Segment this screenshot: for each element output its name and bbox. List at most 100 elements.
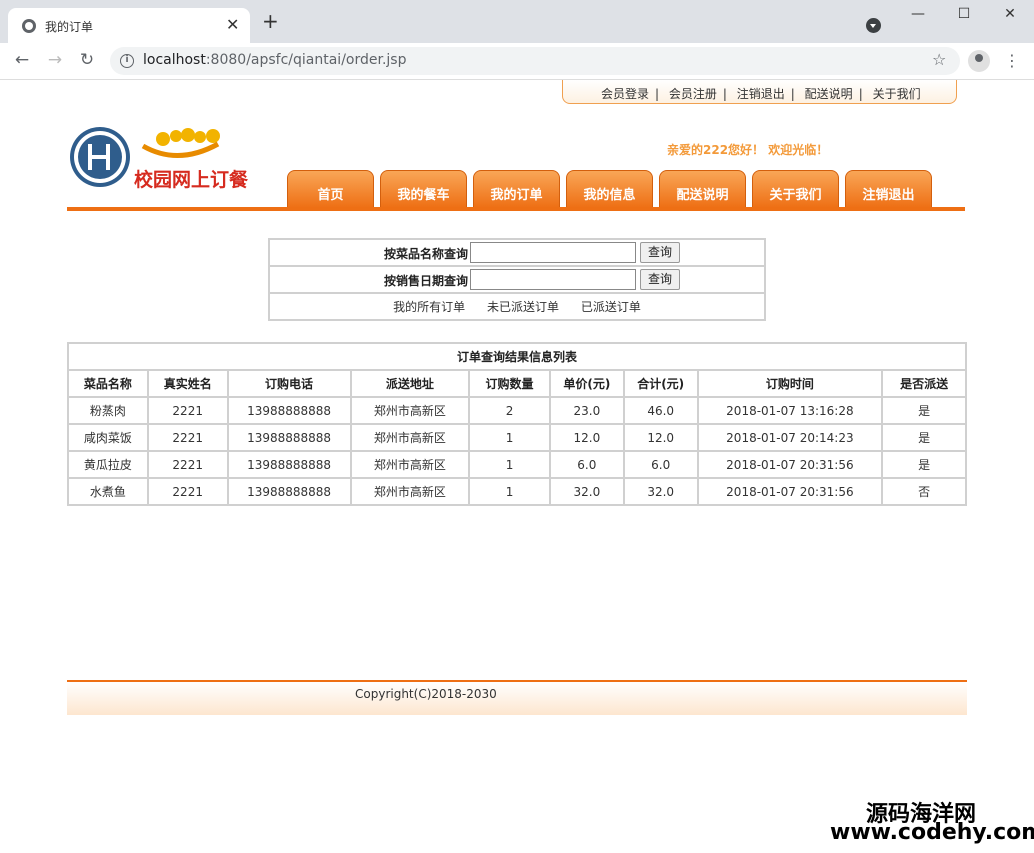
column-header: 订购时间 xyxy=(696,369,884,398)
cell: 32.0 xyxy=(622,477,699,506)
link-login[interactable]: 会员登录 xyxy=(601,87,649,101)
cell: 23.0 xyxy=(548,396,625,425)
column-header: 订购数量 xyxy=(468,369,551,398)
search-name-button[interactable]: 查询 xyxy=(640,242,680,263)
cell: 6.0 xyxy=(622,450,699,479)
cell: 13988888888 xyxy=(226,477,352,506)
table-caption: 订单查询结果信息列表 xyxy=(67,342,967,371)
cell: 46.0 xyxy=(622,396,699,425)
star-icon[interactable]: ☆ xyxy=(932,50,946,69)
logo-text: 校园网上订餐 xyxy=(134,168,249,191)
column-header: 合计(元) xyxy=(622,369,699,398)
tab-search-icon[interactable] xyxy=(866,18,881,33)
filter-undelivered[interactable]: 未已派送订单 xyxy=(487,300,559,314)
cell: 12.0 xyxy=(622,423,699,452)
column-header: 菜品名称 xyxy=(67,369,149,398)
search-by-date-label: 按销售日期查询 xyxy=(384,274,469,288)
link-register[interactable]: 会员注册 xyxy=(669,87,717,101)
window-close-icon[interactable]: ✕ xyxy=(1000,6,1020,22)
reload-icon[interactable]: ↻ xyxy=(77,50,97,70)
tab-title: 我的订单 xyxy=(45,20,94,34)
cell: 2221 xyxy=(146,450,229,479)
search-date-button[interactable]: 查询 xyxy=(640,269,680,290)
cell: 郑州市高新区 xyxy=(349,396,471,425)
search-by-date-row: 按销售日期查询 查询 xyxy=(270,267,764,294)
cell: 2221 xyxy=(146,396,229,425)
link-about[interactable]: 关于我们 xyxy=(873,87,921,101)
search-panel: 按菜品名称查询 查询 按销售日期查询 查询 我的所有订单 未已派送订单 已派送订… xyxy=(268,238,766,321)
plus-icon[interactable]: + xyxy=(262,11,279,31)
url-text: localhost:8080/apsfc/qiantai/order.jsp xyxy=(143,52,407,68)
cell: 2018-01-07 20:14:23 xyxy=(696,423,884,452)
cell: 水煮鱼 xyxy=(67,477,149,506)
link-logout[interactable]: 注销退出 xyxy=(737,87,785,101)
nav-delivery[interactable]: 配送说明 xyxy=(659,170,746,208)
cell: 咸肉菜饭 xyxy=(67,423,149,452)
cell: 2018-01-07 20:31:56 xyxy=(696,477,884,506)
cell: 32.0 xyxy=(548,477,625,506)
search-name-input[interactable] xyxy=(470,242,636,263)
nav-about[interactable]: 关于我们 xyxy=(752,170,839,208)
cell: 2018-01-07 13:16:28 xyxy=(696,396,884,425)
back-icon[interactable]: ← xyxy=(12,50,32,70)
corner-watermark-url: www.codehy.com xyxy=(830,820,1034,845)
cell: 2221 xyxy=(146,477,229,506)
nav-orders[interactable]: 我的订单 xyxy=(473,170,560,208)
search-by-name-row: 按菜品名称查询 查询 xyxy=(270,240,764,267)
url-field[interactable]: i localhost:8080/apsfc/qiantai/order.jsp… xyxy=(110,47,960,75)
cell: 12.0 xyxy=(548,423,625,452)
copyright-text: Copyright(C)2018-2030 xyxy=(355,687,497,701)
info-icon[interactable]: i xyxy=(120,54,134,68)
nav-logout[interactable]: 注销退出 xyxy=(845,170,932,208)
cell: 2018-01-07 20:31:56 xyxy=(696,450,884,479)
footer: Copyright(C)2018-2030 xyxy=(67,682,967,715)
cell: 1 xyxy=(468,423,551,452)
address-bar: ← → ↻ i localhost:8080/apsfc/qiantai/ord… xyxy=(0,43,1034,80)
nav-profile[interactable]: 我的信息 xyxy=(566,170,653,208)
cell: 否 xyxy=(881,477,967,506)
top-links: 会员登录 | 会员注册 | 注销退出 | 配送说明 | 关于我们 xyxy=(562,80,957,104)
maximize-icon[interactable]: ☐ xyxy=(954,6,974,22)
cell: 是 xyxy=(881,396,967,425)
globe-icon xyxy=(22,19,36,33)
profile-icon[interactable] xyxy=(968,50,990,72)
table-header-row: 菜品名称 真实姓名 订购电话 派送地址 订购数量 单价(元) 合计(元) 订购时… xyxy=(67,369,967,398)
order-filters: 我的所有订单 未已派送订单 已派送订单 xyxy=(270,298,764,315)
close-icon[interactable]: ✕ xyxy=(226,15,239,34)
cell: 13988888888 xyxy=(226,450,352,479)
minimize-icon[interactable]: — xyxy=(908,6,928,22)
table-row: 黄瓜拉皮 2221 13988888888 郑州市高新区 1 6.0 6.0 2… xyxy=(67,450,967,479)
browser-tab[interactable]: 我的订单 ✕ xyxy=(8,8,250,43)
link-delivery[interactable]: 配送说明 xyxy=(805,87,853,101)
more-menu-icon[interactable]: ⋮ xyxy=(1004,51,1020,70)
nav-cart[interactable]: 我的餐车 xyxy=(380,170,467,208)
cell: 郑州市高新区 xyxy=(349,477,471,506)
forward-icon[interactable]: → xyxy=(45,50,65,70)
browser-tab-bar: 我的订单 ✕ + — ☐ ✕ xyxy=(0,0,1034,43)
filter-all-orders[interactable]: 我的所有订单 xyxy=(393,300,465,314)
search-date-input[interactable] xyxy=(470,269,636,290)
table-row: 咸肉菜饭 2221 13988888888 郑州市高新区 1 12.0 12.0… xyxy=(67,423,967,452)
cell: 是 xyxy=(881,450,967,479)
site-logo: 校园网上订餐 xyxy=(68,126,268,196)
cell: 黄瓜拉皮 xyxy=(67,450,149,479)
nav-divider xyxy=(67,207,965,211)
nav-home[interactable]: 首页 xyxy=(287,170,374,208)
column-header: 单价(元) xyxy=(548,369,625,398)
search-by-name-label: 按菜品名称查询 xyxy=(384,247,469,261)
cell: 6.0 xyxy=(548,450,625,479)
cell: 粉蒸肉 xyxy=(67,396,149,425)
cell: 1 xyxy=(468,450,551,479)
column-header: 订购电话 xyxy=(226,369,352,398)
cell: 13988888888 xyxy=(226,423,352,452)
table-row: 水煮鱼 2221 13988888888 郑州市高新区 1 32.0 32.0 … xyxy=(67,477,967,506)
cell: 2221 xyxy=(146,423,229,452)
filter-delivered[interactable]: 已派送订单 xyxy=(581,300,641,314)
table-row: 粉蒸肉 2221 13988888888 郑州市高新区 2 23.0 46.0 … xyxy=(67,396,967,425)
cell: 郑州市高新区 xyxy=(349,423,471,452)
cell: 是 xyxy=(881,423,967,452)
column-header: 派送地址 xyxy=(349,369,471,398)
cell: 2 xyxy=(468,396,551,425)
column-header: 是否派送 xyxy=(881,369,967,398)
cell: 郑州市高新区 xyxy=(349,450,471,479)
